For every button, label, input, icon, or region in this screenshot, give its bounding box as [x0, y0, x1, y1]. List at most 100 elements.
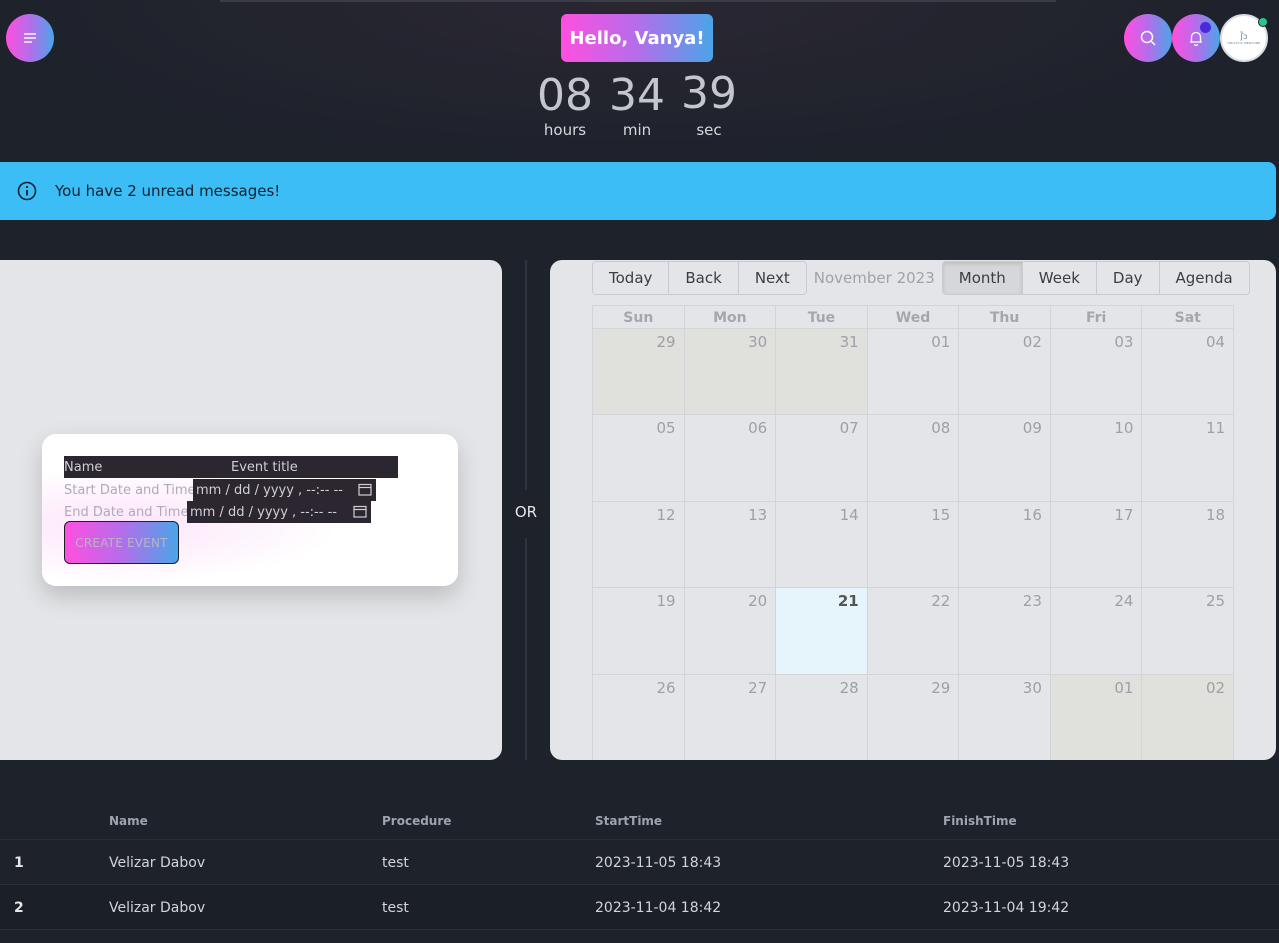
session-timer: 08 hours 34 min 39 sec — [530, 68, 750, 150]
event-form: Name Event title Start Date and Time: mm… — [42, 434, 458, 586]
or-label: OR — [514, 503, 538, 521]
row-name: Velizar Dabov — [109, 855, 206, 871]
today-button[interactable]: Today — [593, 262, 670, 294]
calendar-nav-group: Today Back Next — [592, 261, 807, 295]
day-cell[interactable]: 20 — [685, 588, 777, 674]
day-cell[interactable]: 24 — [1051, 588, 1143, 674]
day-cell[interactable]: 01 — [868, 329, 960, 415]
column-header-starttime[interactable]: StartTime — [595, 814, 662, 828]
calendar-week: 29 30 31 01 02 03 04 — [592, 329, 1234, 416]
table-row[interactable]: 1 Velizar Dabov test 2023-11-05 18:43 20… — [0, 840, 1279, 885]
day-cell[interactable]: 06 — [685, 415, 777, 501]
day-cell[interactable]: 26 — [593, 674, 685, 760]
start-datetime-placeholder: mm / dd / yyyy , --:-- -- — [196, 483, 343, 498]
calendar-toolbar: Today Back Next November 2023 Month Week… — [592, 261, 1250, 295]
row-finish-time: 2023-11-04 19:42 — [943, 900, 1070, 916]
online-status-dot — [1258, 17, 1268, 27]
divider-line-bottom — [525, 538, 527, 760]
search-button[interactable] — [1124, 14, 1172, 62]
next-button[interactable]: Next — [738, 262, 806, 294]
day-cell[interactable]: 08 — [868, 415, 960, 501]
back-button[interactable]: Back — [669, 262, 739, 294]
timer-hours-label: hours — [543, 121, 587, 139]
weekday-header: Sun Mon Tue Wed Thu Fri Sat — [592, 305, 1234, 329]
start-datetime-input[interactable]: mm / dd / yyyy , --:-- -- — [193, 479, 376, 501]
start-datetime-row: Start Date and Time: mm / dd / yyyy , --… — [64, 479, 384, 501]
day-cell[interactable]: 11 — [1142, 415, 1233, 500]
day-cell[interactable]: 31 — [776, 329, 868, 415]
avatar-logo-mark: ʃ̃ɔ — [1240, 31, 1248, 41]
day-cell[interactable]: 29 — [593, 329, 685, 415]
calendar-week: 05 06 07 08 09 10 11 — [592, 415, 1234, 502]
day-cell[interactable]: 29 — [868, 674, 960, 760]
avatar-logo-text: HOLISTIC MEDICINE — [1227, 40, 1261, 45]
day-cell[interactable]: 22 — [868, 588, 960, 674]
column-header-name[interactable]: Name — [109, 814, 148, 828]
day-cell[interactable]: 28 — [776, 674, 868, 760]
day-cell[interactable]: 10 — [1051, 415, 1143, 501]
event-name-field[interactable]: Name Event title — [64, 456, 398, 478]
day-cell[interactable]: 07 — [776, 415, 868, 501]
view-week-button[interactable]: Week — [1022, 262, 1097, 294]
column-header-procedure[interactable]: Procedure — [382, 814, 451, 828]
row-name: Velizar Dabov — [109, 900, 206, 916]
event-form-panel: Name Event title Start Date and Time: mm… — [0, 260, 502, 760]
day-cell[interactable]: 04 — [1142, 329, 1233, 414]
day-cell[interactable]: 23 — [959, 588, 1051, 674]
view-day-button[interactable]: Day — [1096, 262, 1160, 294]
row-start-time: 2023-11-04 18:42 — [595, 900, 722, 916]
day-cell[interactable]: 02 — [959, 329, 1051, 415]
end-datetime-input[interactable]: mm / dd / yyyy , --:-- -- — [187, 501, 371, 523]
event-title-input[interactable]: Event title — [231, 460, 298, 475]
row-start-time: 2023-11-05 18:43 — [595, 855, 722, 871]
table-row[interactable]: 2 Velizar Dabov test 2023-11-04 18:42 20… — [0, 885, 1279, 930]
calendar-week: 19 20 21 22 23 24 25 — [592, 588, 1234, 675]
row-finish-time: 2023-11-05 18:43 — [943, 855, 1070, 871]
start-datetime-label: Start Date and Time: — [64, 483, 200, 498]
weekday-label: Thu — [959, 306, 1051, 328]
menu-button[interactable] — [6, 14, 54, 62]
day-cell[interactable]: 30 — [684, 329, 777, 415]
hamburger-icon — [24, 33, 36, 43]
day-cell[interactable]: 05 — [593, 415, 685, 501]
day-cell[interactable]: 16 — [959, 501, 1051, 588]
timer-seconds-value: 39 — [681, 68, 737, 119]
end-datetime-label: End Date and Time: — [64, 505, 193, 520]
calendar-view-group: Month Week Day Agenda — [941, 261, 1250, 295]
column-header-finishtime[interactable]: FinishTime — [943, 814, 1017, 828]
day-cell[interactable]: 01 — [1050, 674, 1143, 760]
calendar-panel: Today Back Next November 2023 Month Week… — [550, 260, 1276, 760]
day-cell[interactable]: 17 — [1051, 501, 1143, 588]
timer-minutes: 34 min — [607, 70, 667, 138]
day-cell[interactable]: 02 — [1142, 674, 1234, 760]
calendar-icon[interactable] — [358, 482, 372, 496]
greeting-text: Hello, Vanya! — [569, 27, 705, 49]
day-cell[interactable]: 27 — [685, 674, 777, 760]
day-cell[interactable]: 14 — [776, 501, 868, 588]
weekday-label: Wed — [868, 306, 960, 328]
day-cell[interactable]: 30 — [959, 674, 1051, 760]
day-cell[interactable]: 19 — [593, 588, 685, 674]
day-cell[interactable]: 18 — [1142, 502, 1233, 587]
day-cell[interactable]: 25 — [1142, 588, 1233, 673]
timer-minutes-value: 34 — [609, 70, 665, 121]
view-month-button[interactable]: Month — [942, 262, 1023, 294]
day-cell[interactable]: 13 — [685, 501, 777, 588]
appointments-table: Name Procedure StartTime FinishTime 1 Ve… — [0, 800, 1279, 930]
timer-hours-value: 08 — [537, 70, 593, 121]
notifications-button[interactable] — [1172, 14, 1220, 62]
weekday-label: Mon — [685, 306, 777, 328]
view-agenda-button[interactable]: Agenda — [1159, 262, 1249, 294]
calendar-week: 26 27 28 29 30 01 02 — [592, 674, 1234, 760]
weekday-label: Sun — [593, 306, 685, 328]
day-cell[interactable]: 03 — [1051, 329, 1143, 415]
row-index: 2 — [14, 900, 24, 916]
create-event-button[interactable]: CREATE EVENT — [64, 521, 179, 564]
calendar-icon[interactable] — [353, 504, 367, 518]
day-cell[interactable]: 15 — [868, 501, 960, 588]
day-cell[interactable]: 09 — [959, 415, 1051, 501]
avatar[interactable]: ʃ̃ɔ HOLISTIC MEDICINE — [1220, 14, 1268, 62]
today-cell[interactable]: 21 — [776, 588, 868, 674]
greeting-badge: Hello, Vanya! — [561, 14, 713, 62]
day-cell[interactable]: 12 — [593, 501, 685, 588]
